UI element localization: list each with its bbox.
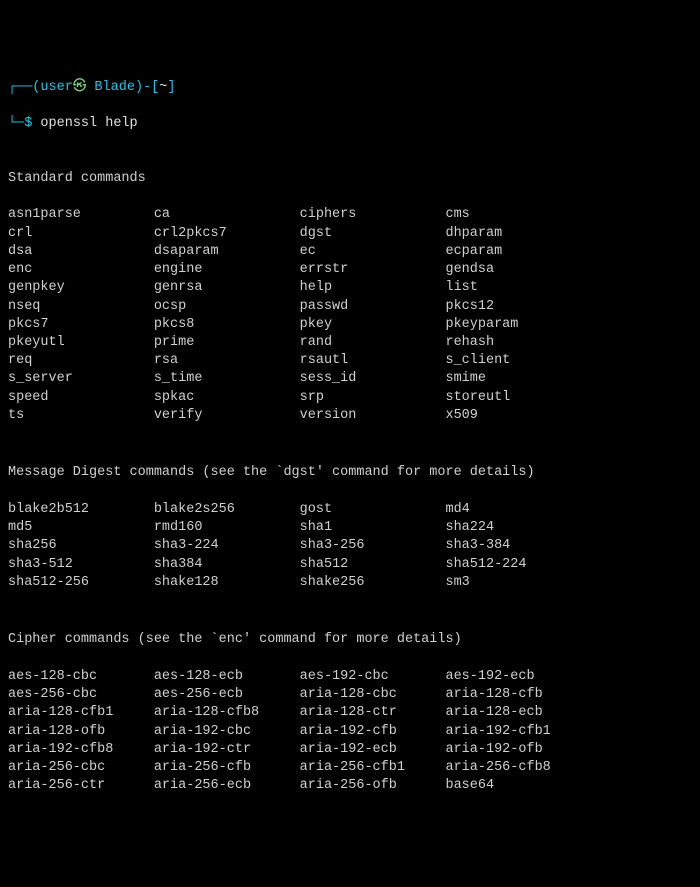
section-standard-rows: asn1parse ca ciphers cms crl crl2pkcs7 d… [8, 206, 692, 425]
command: openssl help [40, 116, 137, 131]
prompt-line2-prefix: └─ [8, 116, 24, 131]
section-digest-rows: blake2b512 blake2s256 gost md4 md5 rmd16… [8, 501, 692, 592]
prompt-closeparen: )-[ [135, 80, 159, 95]
section-cipher-title: Cipher commands (see the `enc' command f… [8, 631, 692, 649]
section-cipher-rows: aes-128-cbc aes-128-ecb aes-192-cbc aes-… [8, 668, 692, 796]
prompt-line-1: ┌──(user㉿ Blade)-[~] [8, 79, 692, 97]
prompt-at: ㉿ [73, 80, 87, 95]
section-digest-title: Message Digest commands (see the `dgst' … [8, 464, 692, 482]
prompt-line-2[interactable]: └─$ openssl help [8, 115, 692, 133]
section-standard-title: Standard commands [8, 170, 692, 188]
prompt-closebracket: ] [167, 80, 175, 95]
prompt-user: user [40, 80, 72, 95]
prompt-host: Blade [94, 80, 135, 95]
prompt-open: ┌──( [8, 80, 40, 95]
